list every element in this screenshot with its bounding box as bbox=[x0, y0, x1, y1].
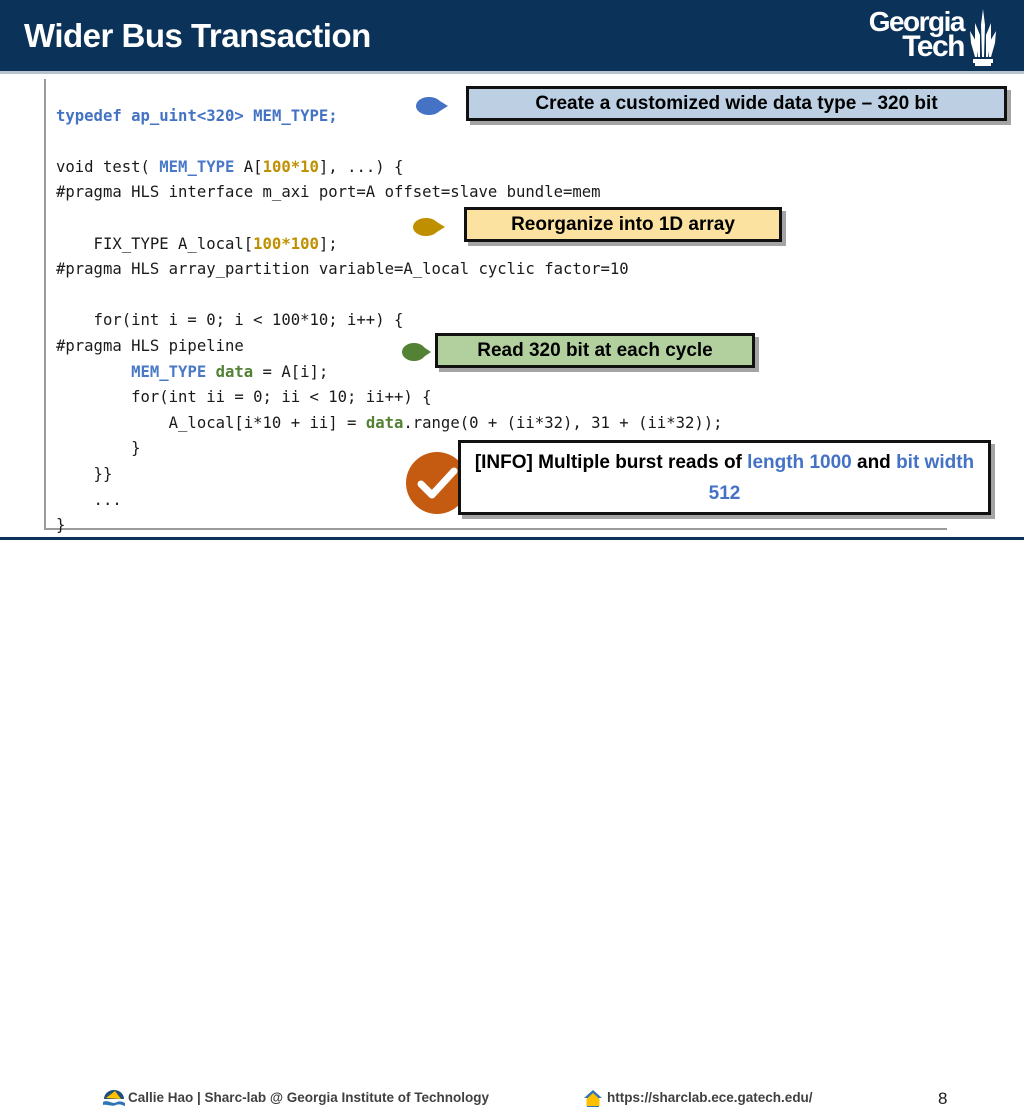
callout-3-label: Read 320 bit at each cycle bbox=[477, 339, 713, 361]
callout-create-wide-type: Create a customized wide data type – 320… bbox=[466, 86, 1007, 121]
georgia-tech-logo: Georgia Tech bbox=[826, 6, 1006, 68]
info-text-part2: and bbox=[851, 451, 897, 473]
info-highlight-length: length 1000 bbox=[747, 451, 852, 473]
pointing-hand-icon bbox=[416, 97, 448, 115]
code-token: MEM_TYPE bbox=[131, 362, 207, 381]
page-title: Wider Bus Transaction bbox=[24, 17, 371, 54]
slide-footer: Callie Hao | Sharc-lab @ Georgia Institu… bbox=[0, 540, 1024, 1108]
code-token: data bbox=[215, 362, 254, 381]
logo-text-tech: Tech bbox=[902, 30, 965, 63]
footer-author-text: Callie Hao | Sharc-lab @ Georgia Institu… bbox=[128, 1090, 489, 1105]
page-number: 8 bbox=[938, 1089, 948, 1108]
home-icon bbox=[584, 1090, 602, 1107]
code-token: MEM_TYPE bbox=[159, 157, 235, 176]
callout-read-320-bit: Read 320 bit at each cycle bbox=[435, 333, 755, 368]
code-token: ap_uint<320> bbox=[131, 106, 254, 125]
pointing-hand-icon bbox=[413, 218, 445, 236]
info-box-text: [INFO] Multiple burst reads of length 10… bbox=[473, 447, 976, 509]
code-token: 100*10 bbox=[262, 157, 319, 176]
callout-1-label: Create a customized wide data type – 320… bbox=[535, 92, 938, 114]
sharc-lab-logo-icon bbox=[103, 1090, 125, 1106]
header-divider bbox=[0, 71, 1024, 74]
callout-reorganize-1d-array: Reorganize into 1D array bbox=[464, 207, 782, 242]
info-text-part1: [INFO] Multiple burst reads of bbox=[474, 451, 748, 473]
code-token: typedef bbox=[56, 106, 132, 125]
callout-2-label: Reorganize into 1D array bbox=[511, 213, 735, 235]
code-token: MEM_TYPE; bbox=[253, 106, 338, 125]
info-box: [INFO] Multiple burst reads of length 10… bbox=[458, 440, 991, 515]
code-token: data bbox=[365, 413, 404, 432]
code-token: 100*100 bbox=[253, 234, 319, 253]
georgia-tech-tower-icon bbox=[970, 9, 996, 66]
footer-url-text: https://sharclab.ece.gatech.edu/ bbox=[607, 1090, 813, 1105]
